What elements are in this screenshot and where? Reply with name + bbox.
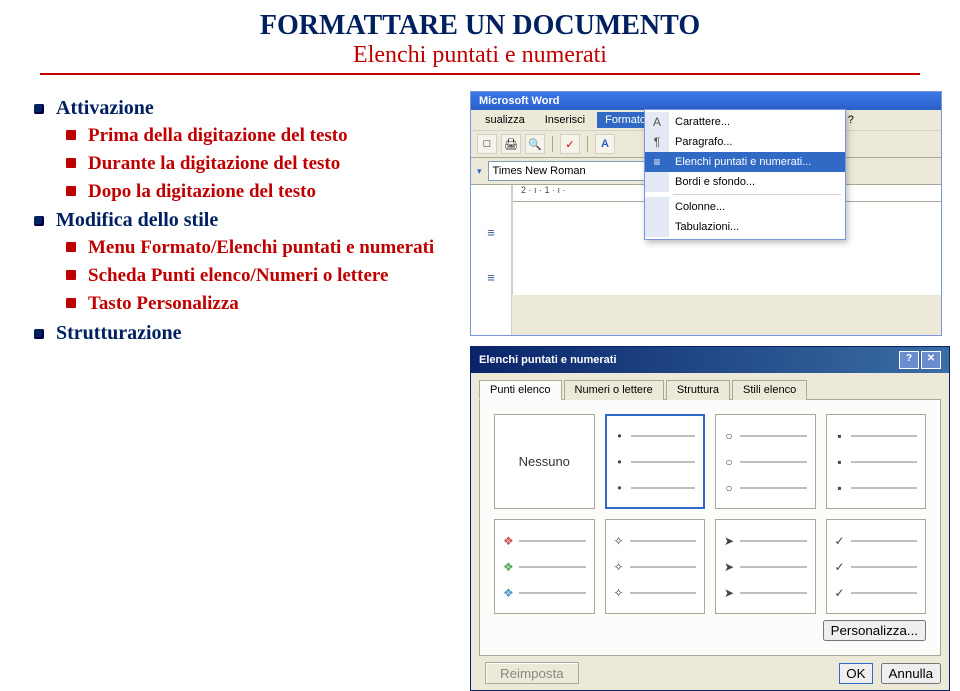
- bullet-option[interactable]: ❖ ❖ ❖: [494, 519, 595, 614]
- menu-paragrafo[interactable]: ¶ Paragrafo...: [645, 132, 845, 152]
- menu-tabulazioni[interactable]: Tabulazioni...: [645, 217, 845, 237]
- dialog-title: Elenchi puntati e numerati: [479, 354, 617, 366]
- bullet-option[interactable]: • • •: [605, 414, 706, 509]
- font-name: Times New Roman: [493, 163, 586, 179]
- page-subtitle: Elenchi puntati e numerati: [0, 42, 960, 69]
- formato-dropdown: A Carattere... ¶ Paragrafo... ≡ Elenchi …: [644, 109, 846, 240]
- border-icon: [645, 172, 669, 192]
- bullet-option-none[interactable]: Nessuno: [494, 414, 595, 509]
- outline-modify-item: Scheda Punti elenco/Numeri o lettere: [64, 264, 470, 288]
- toolbar-button[interactable]: ✓: [560, 134, 580, 154]
- close-button[interactable]: ✕: [921, 351, 941, 369]
- outline-modify-item: Menu Formato/Elenchi puntati e numerati: [64, 236, 470, 260]
- menu-label: Tabulazioni...: [669, 221, 739, 233]
- help-button[interactable]: ?: [899, 351, 919, 369]
- tab-punti-elenco[interactable]: Punti elenco: [479, 380, 562, 400]
- bullet-marker: ✧: [614, 534, 624, 548]
- menu-label: Bordi e sfondo...: [669, 176, 755, 188]
- columns-icon: [645, 197, 669, 217]
- tab-numeri-lettere[interactable]: Numeri o lettere: [564, 380, 664, 400]
- menu-elenchi-puntati[interactable]: ≡ Elenchi puntati e numerati...: [645, 152, 845, 172]
- outline-activation-label: Attivazione: [56, 97, 154, 119]
- font-dropdown[interactable]: Times New Roman ▾: [488, 161, 658, 181]
- menu-colonne[interactable]: Colonne...: [645, 197, 845, 217]
- bullet-option[interactable]: ✧ ✧ ✧: [605, 519, 706, 614]
- word-titlebar: Microsoft Word: [471, 92, 941, 110]
- tab-stili-elenco[interactable]: Stili elenco: [732, 380, 807, 400]
- ok-button[interactable]: OK: [839, 663, 872, 684]
- toolbar-button[interactable]: □: [477, 134, 497, 154]
- bullet-option[interactable]: ✓ ✓ ✓: [826, 519, 927, 614]
- paragraph-icon: ¶: [645, 132, 669, 152]
- tab-struttura[interactable]: Struttura: [666, 380, 730, 400]
- menu-item[interactable]: Inserisci: [537, 112, 593, 128]
- bullets-dialog: Elenchi puntati e numerati ? ✕ Punti ele…: [470, 346, 950, 691]
- list-icon: ≡: [645, 152, 669, 172]
- toolbar-button[interactable]: 🖨: [501, 134, 521, 154]
- reset-button[interactable]: Reimposta: [485, 662, 579, 684]
- title-divider: [40, 73, 920, 75]
- menu-label: Colonne...: [669, 201, 725, 213]
- bullet-marker: ○: [724, 429, 734, 443]
- tabs-icon: [645, 217, 669, 237]
- outline-activation-item: Dopo la digitazione del testo: [64, 180, 470, 204]
- outline-activation: Attivazione Prima della digitazione del …: [30, 97, 470, 203]
- paragraph-icon: ≡: [487, 270, 495, 285]
- page-title: FORMATTARE UN DOCUMENTO: [0, 10, 960, 42]
- bullet-marker: ✓: [835, 534, 845, 548]
- personalize-button[interactable]: Personalizza...: [823, 620, 926, 641]
- menu-carattere[interactable]: A Carattere...: [645, 112, 845, 132]
- outline-modify-item: Tasto Personalizza: [64, 292, 470, 316]
- outline-structuring: Strutturazione: [30, 322, 470, 345]
- bullet-option[interactable]: ➤ ➤ ➤: [715, 519, 816, 614]
- outline-activation-item: Prima della digitazione del testo: [64, 124, 470, 148]
- menu-label: Elenchi puntati e numerati...: [669, 156, 811, 168]
- cancel-button[interactable]: Annulla: [881, 663, 941, 684]
- font-icon: A: [645, 112, 669, 132]
- outline-activation-item: Durante la digitazione del testo: [64, 152, 470, 176]
- bullet-option[interactable]: ○ ○ ○: [715, 414, 816, 509]
- menu-bordi[interactable]: Bordi e sfondo...: [645, 172, 845, 192]
- paragraph-icon: ≡: [487, 225, 495, 240]
- menu-label: Carattere...: [669, 116, 730, 128]
- bullet-option[interactable]: ▪ ▪ ▪: [826, 414, 927, 509]
- outline-modify-label: Modifica dello stile: [56, 209, 218, 231]
- bullet-marker: •: [615, 429, 625, 443]
- bullet-marker: ▪: [835, 429, 845, 443]
- menu-item[interactable]: sualizza: [477, 112, 533, 128]
- bullet-marker: ➤: [724, 534, 734, 548]
- bullet-marker: ❖: [503, 534, 513, 548]
- none-label: Nessuno: [519, 454, 570, 469]
- toolbar-button[interactable]: 🔍: [525, 134, 545, 154]
- outline-modify: Modifica dello stile Menu Formato/Elench…: [30, 209, 470, 315]
- font-letter-icon[interactable]: A: [595, 134, 615, 154]
- menu-label: Paragrafo...: [669, 136, 732, 148]
- toolbar-chevron: ▾: [477, 166, 482, 177]
